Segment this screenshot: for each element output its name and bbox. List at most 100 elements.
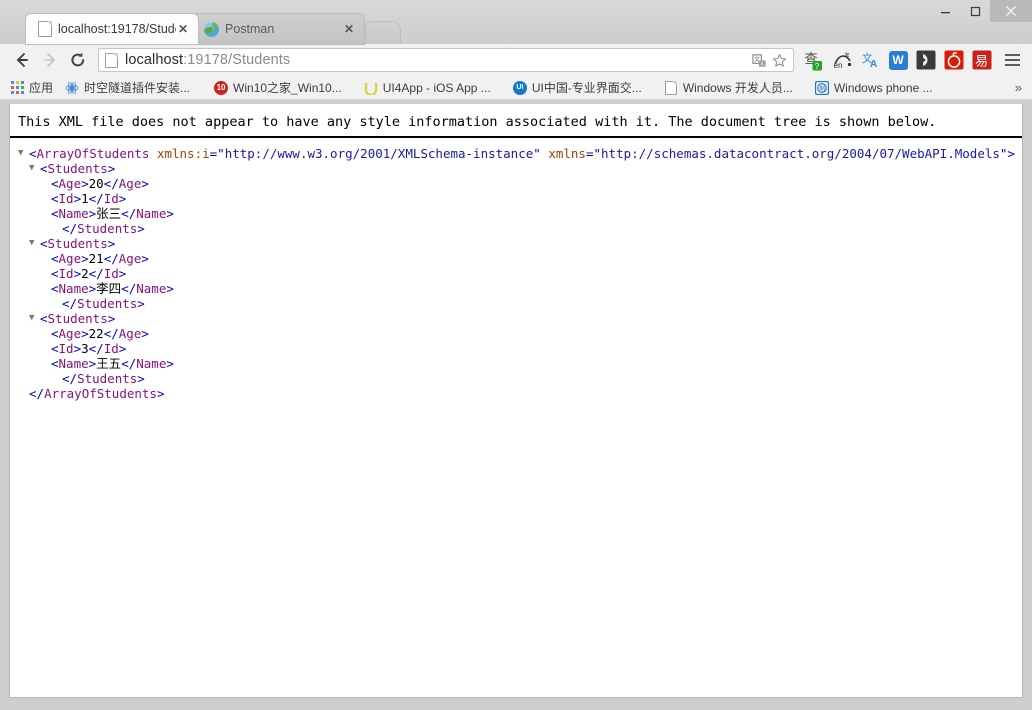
xml-tag-name: Students <box>77 296 138 311</box>
xml-field-value: 3 <box>81 341 89 356</box>
xml-root-open-line: ▼ <ArrayOfStudents xmlns:i="http://www.w3… <box>18 146 1015 161</box>
twisty-icon[interactable]: ▼ <box>29 161 40 176</box>
wps-office-extension[interactable]: W <box>886 48 910 72</box>
tab-close-icon[interactable]: ✕ <box>342 22 356 36</box>
bookmark-label: 应用 <box>29 80 54 95</box>
menu-line <box>1004 54 1020 56</box>
svg-text:en: en <box>833 61 842 70</box>
xml-field-value: 张三 <box>96 206 122 221</box>
google-translate-extension[interactable]: 文 A <box>858 48 882 72</box>
xml-tag-name: Age <box>118 251 142 266</box>
xml-attr-name: xmlns <box>548 146 586 161</box>
wp-icon: 制 <box>814 80 829 95</box>
bookmark-win10-home[interactable]: 10 Win10之家_Win10... <box>208 78 348 98</box>
xml-item-open-line: ▼ <Students> <box>29 161 116 176</box>
bookmark-windows-dev[interactable]: Windows 开发人员... <box>658 78 799 98</box>
xml-item-open-line: ▼ <Students> <box>29 311 116 326</box>
url-path: :19178/Students <box>183 52 291 68</box>
bookmarks-overflow-button[interactable]: » <box>1015 80 1032 95</box>
wps-letter: W <box>888 50 908 70</box>
bookmark-label: UI4App - iOS App ... <box>382 80 491 95</box>
xml-attr-value: http://schemas.datacontract.org/2004/07/… <box>601 146 1000 161</box>
browser-toolbar: localhost:19178/Students 文 A 查 ? en 友 文 … <box>0 44 1032 76</box>
reload-button[interactable] <box>64 46 92 74</box>
forward-button[interactable] <box>36 46 64 74</box>
svg-text:?: ? <box>814 62 819 71</box>
bookmark-shikong-plugin[interactable]: 时空隧道插件安装... <box>59 78 196 98</box>
tab-localhost-students[interactable]: localhost:19178/Studen ✕ <box>26 14 198 44</box>
xml-field-line: <Id>1</Id> <box>51 191 127 206</box>
bookmark-windows-phone[interactable]: 制 Windows phone ... <box>809 78 939 98</box>
twisty-icon[interactable]: ▼ <box>29 236 40 251</box>
bookmark-star-icon[interactable] <box>769 50 789 70</box>
xml-field-value: 20 <box>88 176 104 191</box>
translate-icon[interactable]: 文 A <box>749 50 769 70</box>
xml-tag-name: Students <box>77 371 138 386</box>
tab-title: Postman <box>225 22 275 36</box>
xml-tag-name: Id <box>103 191 119 206</box>
u-shape-icon <box>364 81 378 95</box>
xml-field-line: <Age>20</Age> <box>51 176 149 191</box>
address-bar[interactable]: localhost:19178/Students 文 A <box>98 48 794 72</box>
xml-tag-name: Id <box>103 266 119 281</box>
xml-tag-name: Age <box>118 326 142 341</box>
chrome-menu-button[interactable] <box>998 46 1026 74</box>
dark-bracket-extension[interactable] <box>914 48 938 72</box>
xml-tag-name: Id <box>58 266 74 281</box>
english-translate-extension[interactable]: en 友 <box>830 48 854 72</box>
bookmark-label: Windows 开发人员... <box>682 80 793 95</box>
xml-field-line: <Id>3</Id> <box>51 341 127 356</box>
chinese-dictionary-extension[interactable]: 查 ? <box>802 48 826 72</box>
xml-tag-name: Name <box>136 356 167 371</box>
bookmarks-bar: 应用 时空隧道插件安装... 10 Win10之家_Win10... UI4Ap… <box>0 76 1032 100</box>
browser-window: localhost:19178/Studen ✕ Postman ✕ local… <box>0 0 1032 710</box>
xml-field-value: 李四 <box>96 281 122 296</box>
xml-field-value: 22 <box>88 326 104 341</box>
bookmark-label: UI中国-专业界面交... <box>531 80 642 95</box>
tab-postman[interactable]: Postman ✕ <box>192 14 364 44</box>
bookmark-apps[interactable]: 应用 <box>0 78 59 98</box>
xml-field-value: 王五 <box>96 356 122 371</box>
bookmark-ui4app[interactable]: UI4App - iOS App ... <box>358 78 497 98</box>
minimize-icon[interactable] <box>930 0 960 22</box>
xml-tag-name: Name <box>58 356 89 371</box>
xml-tag-name: Name <box>58 281 89 296</box>
xml-field-value: 21 <box>88 251 104 266</box>
tab-strip: localhost:19178/Studen ✕ Postman ✕ <box>0 0 1032 44</box>
url-host: localhost <box>125 52 184 68</box>
twisty-icon[interactable]: ▼ <box>18 146 29 161</box>
tab-close-icon[interactable]: ✕ <box>176 22 190 36</box>
postman-icon <box>204 21 219 37</box>
atom-icon <box>65 81 79 95</box>
bookmark-label: Win10之家_Win10... <box>233 80 342 95</box>
menu-line <box>1004 64 1020 66</box>
xml-tag-name: Id <box>58 191 74 206</box>
svg-text:A: A <box>870 59 877 70</box>
xml-item-close-line: </Students> <box>62 221 145 236</box>
apps-grid-icon <box>10 81 24 95</box>
extension-icons: 查 ? en 友 文 A W 易 <box>800 46 998 74</box>
xml-root-close-line: </ArrayOfStudents> <box>29 386 165 401</box>
bookmark-ui-china[interactable]: UI UI中国-专业界面交... <box>507 78 648 98</box>
page-icon <box>105 52 118 68</box>
xml-field-value: 2 <box>81 266 89 281</box>
xml-document-tree: ▼ <ArrayOfStudents xmlns:i="http://www.w3… <box>10 138 1022 401</box>
xml-field-line: <Name>张三</Name> <box>51 206 174 221</box>
twisty-icon[interactable]: ▼ <box>29 311 40 326</box>
back-button[interactable] <box>8 46 36 74</box>
close-icon[interactable] <box>990 0 1032 22</box>
xml-tag-name: Students <box>47 311 108 326</box>
netease-music-extension[interactable] <box>942 48 966 72</box>
page-icon <box>38 21 52 37</box>
xml-tag-name: Age <box>118 176 142 191</box>
xml-tag-name: Name <box>58 206 89 221</box>
bookmark-label: Windows phone ... <box>833 80 933 95</box>
maximize-icon[interactable] <box>960 0 990 22</box>
xml-tag-name: Age <box>58 176 82 191</box>
xml-item-close-line: </Students> <box>62 296 145 311</box>
url-text: localhost:19178/Students <box>125 52 749 68</box>
red-character-extension[interactable]: 易 <box>970 48 994 72</box>
xml-tag-name: Id <box>58 341 74 356</box>
page-viewport: This XML file does not appear to have an… <box>9 104 1023 698</box>
new-tab-button[interactable] <box>366 22 400 44</box>
